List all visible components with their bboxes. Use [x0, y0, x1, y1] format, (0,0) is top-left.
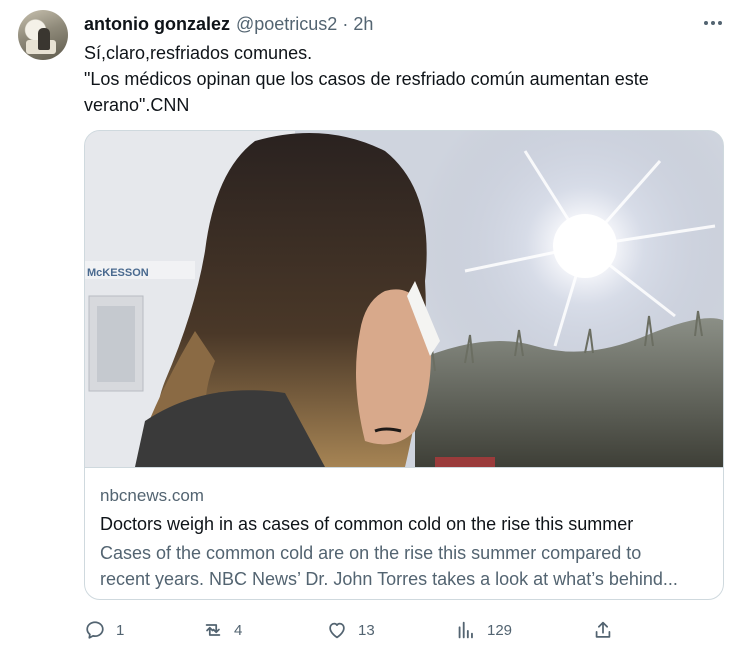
reply-icon: [86, 621, 104, 639]
repost-button[interactable]: 4: [202, 612, 242, 648]
more-dot: [711, 21, 715, 25]
reply-count: 1: [116, 621, 125, 639]
repost-icon: [205, 624, 221, 636]
link-card-description-line: Cases of the common cold are on the rise…: [100, 543, 642, 563]
image-sign-text: McKESSON: [87, 267, 149, 279]
views-chart-icon: [458, 621, 473, 639]
like-count: 13: [358, 621, 375, 639]
link-card-description: Cases of the common cold are on the rise…: [100, 540, 715, 592]
tweet-text-line: verano".CNN: [84, 95, 190, 115]
author-handle[interactable]: @poetricus2: [236, 14, 337, 35]
share-icon: [595, 621, 611, 638]
reply-button[interactable]: 1: [84, 612, 124, 648]
tweet-actions: 1 4 13 129: [0, 612, 740, 648]
author-name[interactable]: antonio gonzalez: [84, 14, 230, 35]
tweet-header: antonio gonzalez @poetricus2 · 2h: [84, 13, 373, 35]
repost-count: 4: [234, 621, 243, 639]
more-options-button[interactable]: [700, 10, 726, 36]
separator-dot: ·: [342, 13, 349, 34]
views-count: 129: [487, 621, 513, 639]
link-card-domain: nbcnews.com: [100, 486, 204, 505]
more-horizontal-icon: [704, 21, 708, 25]
link-card-meta[interactable]: nbcnews.com Doctors weigh in as cases of…: [85, 467, 723, 599]
tweet-text: Sí,claro,resfriados comunes. "Los médico…: [84, 40, 714, 118]
link-card-image[interactable]: McKESSON: [85, 131, 723, 467]
tweet-timestamp[interactable]: 2h: [353, 14, 373, 35]
avatar[interactable]: [18, 10, 68, 60]
tweet-text-line: Sí,claro,resfriados comunes.: [84, 43, 313, 63]
link-card-title: Doctors weigh in as cases of common cold…: [100, 514, 634, 534]
share-button[interactable]: [592, 612, 614, 648]
link-card-description-line: recent years. NBC News’ Dr. John Torres …: [100, 569, 678, 589]
heart-icon: [329, 622, 345, 639]
link-card[interactable]: McKESSON nbcnews.com Doctors weigh in as…: [84, 130, 724, 600]
avatar-person: [38, 28, 50, 50]
news-photo: McKESSON: [85, 131, 723, 467]
like-button[interactable]: 13: [326, 612, 375, 648]
tweet-text-line: "Los médicos opinan que los casos de res…: [84, 69, 649, 89]
tweet-article[interactable]: antonio gonzalez @poetricus2 · 2h Sí,cla…: [0, 0, 740, 656]
more-dot: [718, 21, 722, 25]
views-button[interactable]: 129: [455, 612, 512, 648]
